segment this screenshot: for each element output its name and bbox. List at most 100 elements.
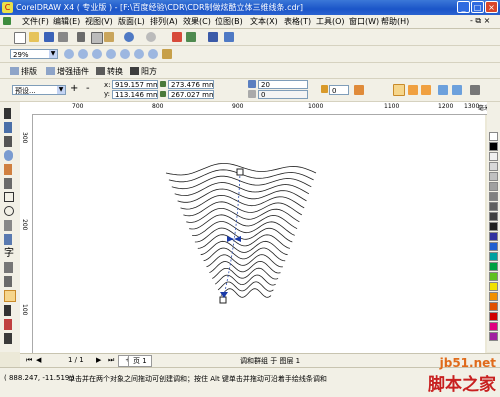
ellipse-tool-icon[interactable] — [4, 206, 14, 216]
redo-icon[interactable] — [146, 32, 156, 42]
blend-direction-input[interactable]: 0 — [329, 85, 349, 95]
palette-swatch[interactable] — [489, 192, 498, 201]
palette-swatch[interactable] — [489, 132, 498, 141]
close-button[interactable]: × — [485, 1, 498, 13]
import-icon[interactable] — [172, 32, 182, 42]
tab-yangfang[interactable]: 阳方 — [130, 66, 157, 77]
palette-swatch[interactable] — [489, 202, 498, 211]
blend-steps-input[interactable]: 20 — [258, 80, 308, 89]
zoom-all-icon[interactable] — [106, 49, 116, 59]
rectangle-tool-icon[interactable] — [4, 192, 14, 202]
blend-wave-artwork[interactable] — [33, 115, 485, 353]
text-tool-icon[interactable]: 字 — [4, 248, 14, 259]
palette-swatch[interactable] — [489, 242, 498, 251]
menu-tools[interactable]: 工具(O) — [316, 16, 345, 27]
blend-spacing-input[interactable]: 0 — [258, 90, 308, 99]
menu-edit[interactable]: 编辑(E) — [53, 16, 80, 27]
save-icon[interactable] — [44, 32, 54, 42]
pan-icon[interactable] — [162, 49, 172, 59]
menu-window[interactable]: 窗口(W) — [349, 16, 379, 27]
last-page-icon[interactable]: ⏭ — [108, 356, 114, 365]
palette-swatch[interactable] — [489, 302, 498, 311]
menu-arrange[interactable]: 排列(A) — [150, 16, 178, 27]
freehand-tool-icon[interactable] — [4, 164, 12, 175]
export-icon[interactable] — [186, 32, 196, 42]
menu-view[interactable]: 视图(V) — [85, 16, 113, 27]
zoom-selected-icon[interactable] — [92, 49, 102, 59]
menu-help[interactable]: 帮助(H) — [381, 16, 409, 27]
width-input[interactable]: 273.476 mm — [168, 80, 214, 89]
dimension-tool-icon[interactable] — [4, 276, 12, 287]
zoom-tool-icon[interactable] — [4, 150, 13, 161]
palette-swatch[interactable] — [489, 282, 498, 291]
y-position-input[interactable]: 113.146 mm — [112, 90, 158, 99]
preset-select[interactable]: 预设... ▼ — [12, 85, 66, 95]
color-acceleration-icon[interactable] — [452, 85, 462, 95]
palette-swatch[interactable] — [489, 292, 498, 301]
height-input[interactable]: 267.027 mm — [168, 90, 214, 99]
paste-icon[interactable] — [104, 32, 114, 42]
palette-swatch[interactable] — [489, 262, 498, 271]
maximize-button[interactable]: □ — [471, 1, 484, 13]
table-tool-icon[interactable] — [4, 262, 13, 273]
tab-layout[interactable]: 排版 — [10, 66, 37, 77]
cut-icon[interactable] — [77, 32, 85, 42]
object-acceleration-icon[interactable] — [438, 85, 448, 95]
menu-table[interactable]: 表格(T) — [284, 16, 311, 27]
menu-file[interactable]: 文件(F) — [22, 16, 49, 27]
palette-swatch[interactable] — [489, 232, 498, 241]
palette-swatch[interactable] — [489, 182, 498, 191]
menu-bitmaps[interactable]: 位图(B) — [215, 16, 243, 27]
palette-swatch[interactable] — [489, 322, 498, 331]
palette-swatch[interactable] — [489, 222, 498, 231]
application-launcher-icon[interactable] — [208, 32, 218, 42]
zoom-width-icon[interactable] — [134, 49, 144, 59]
shape-tool-icon[interactable] — [4, 122, 12, 133]
print-icon[interactable] — [58, 32, 68, 42]
blend-handle[interactable] — [219, 296, 227, 304]
tab-enhance-plugin[interactable]: 增强插件 — [46, 66, 89, 77]
zoom-in-icon[interactable] — [64, 49, 74, 59]
outline-tool-icon[interactable] — [4, 319, 12, 330]
polygon-tool-icon[interactable] — [4, 220, 12, 231]
palette-swatch[interactable] — [489, 152, 498, 161]
menu-effects[interactable]: 效果(C) — [183, 16, 211, 27]
clockwise-blend-icon[interactable] — [408, 85, 418, 95]
menu-text[interactable]: 文本(X) — [250, 16, 278, 27]
crop-tool-icon[interactable] — [4, 136, 12, 147]
welcome-screen-icon[interactable] — [224, 32, 234, 42]
palette-swatch[interactable] — [489, 162, 498, 171]
menu-layout[interactable]: 版面(L) — [118, 16, 145, 27]
interactive-blend-tool-icon[interactable] — [4, 290, 16, 302]
prev-page-icon[interactable]: ◀ — [36, 356, 41, 364]
add-preset-button[interactable]: + — [70, 83, 78, 94]
remove-preset-button[interactable]: - — [86, 83, 90, 94]
document-window-controls[interactable]: - ⧉ × — [470, 16, 490, 26]
undo-icon[interactable] — [124, 32, 134, 42]
palette-swatch[interactable] — [489, 332, 498, 341]
open-icon[interactable] — [29, 32, 39, 42]
eyedropper-tool-icon[interactable] — [4, 305, 11, 316]
palette-swatch[interactable] — [489, 252, 498, 261]
x-position-input[interactable]: 919.157 mm — [112, 80, 158, 89]
minimize-button[interactable]: _ — [457, 1, 470, 13]
copy-icon[interactable] — [91, 32, 103, 44]
basic-shapes-tool-icon[interactable] — [4, 234, 12, 245]
zoom-height-icon[interactable] — [148, 49, 158, 59]
direct-blend-icon[interactable] — [393, 84, 405, 96]
palette-swatch[interactable] — [489, 212, 498, 221]
loop-blend-icon[interactable] — [354, 85, 364, 95]
smart-fill-tool-icon[interactable] — [4, 178, 12, 189]
palette-swatch[interactable] — [489, 142, 498, 151]
tab-convert[interactable]: 转换 — [96, 66, 123, 77]
new-document-icon[interactable] — [14, 32, 26, 44]
next-page-icon[interactable]: ▶ — [96, 356, 101, 364]
counterclockwise-blend-icon[interactable] — [421, 85, 431, 95]
zoom-out-icon[interactable] — [78, 49, 88, 59]
page-tab[interactable]: 页 1 — [128, 355, 152, 367]
palette-swatch[interactable] — [489, 272, 498, 281]
zoom-page-icon[interactable] — [120, 49, 130, 59]
blend-handle[interactable] — [236, 168, 244, 176]
pick-tool-icon[interactable] — [4, 108, 11, 119]
drawing-canvas[interactable] — [33, 115, 485, 353]
